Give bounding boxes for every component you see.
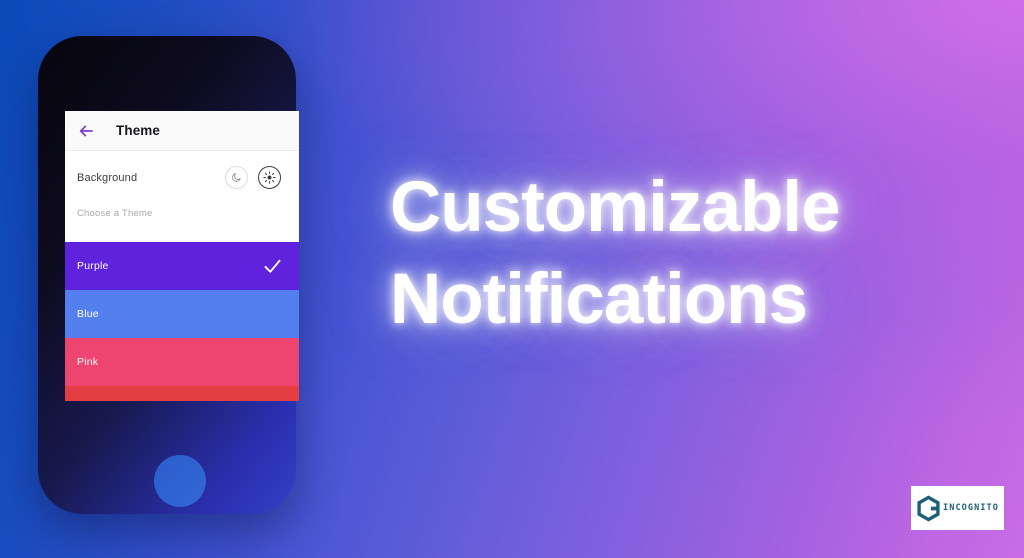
background-setting-row: Background bbox=[65, 151, 299, 204]
phone-screen: Theme Background Choose a Theme Purple B… bbox=[65, 111, 299, 401]
headline-line-2: Notifications bbox=[390, 260, 808, 339]
headline-line-1: Customizable bbox=[390, 168, 841, 247]
theme-option-pink[interactable]: Pink bbox=[65, 338, 299, 386]
theme-label: Purple bbox=[77, 260, 109, 272]
app-bar: Theme bbox=[65, 111, 299, 151]
phone-mockup: Theme Background Choose a Theme Purple B… bbox=[38, 36, 299, 514]
logo-wordmark: INCOGNITO bbox=[943, 503, 999, 513]
page-title: Theme bbox=[116, 123, 161, 138]
back-arrow-icon[interactable] bbox=[77, 122, 95, 140]
dark-mode-toggle[interactable] bbox=[225, 166, 248, 189]
choose-theme-label: Choose a Theme bbox=[77, 208, 153, 219]
theme-option-red[interactable] bbox=[65, 386, 299, 401]
theme-list: Purple Blue Pink bbox=[65, 242, 299, 401]
theme-option-purple[interactable]: Purple bbox=[65, 242, 299, 290]
theme-option-blue[interactable]: Blue bbox=[65, 290, 299, 338]
theme-label: Blue bbox=[77, 308, 99, 320]
home-button[interactable] bbox=[154, 455, 206, 507]
incognito-hexagon-icon bbox=[916, 494, 941, 522]
light-mode-toggle[interactable] bbox=[258, 166, 281, 189]
logo: INCOGNITO bbox=[911, 486, 1004, 530]
headline: Customizable Notifications bbox=[390, 162, 970, 346]
choose-theme-section: Choose a Theme bbox=[65, 204, 299, 242]
theme-label: Pink bbox=[77, 356, 99, 368]
check-icon bbox=[262, 256, 283, 277]
mode-toggle-group bbox=[225, 166, 281, 189]
background-label: Background bbox=[77, 171, 138, 184]
